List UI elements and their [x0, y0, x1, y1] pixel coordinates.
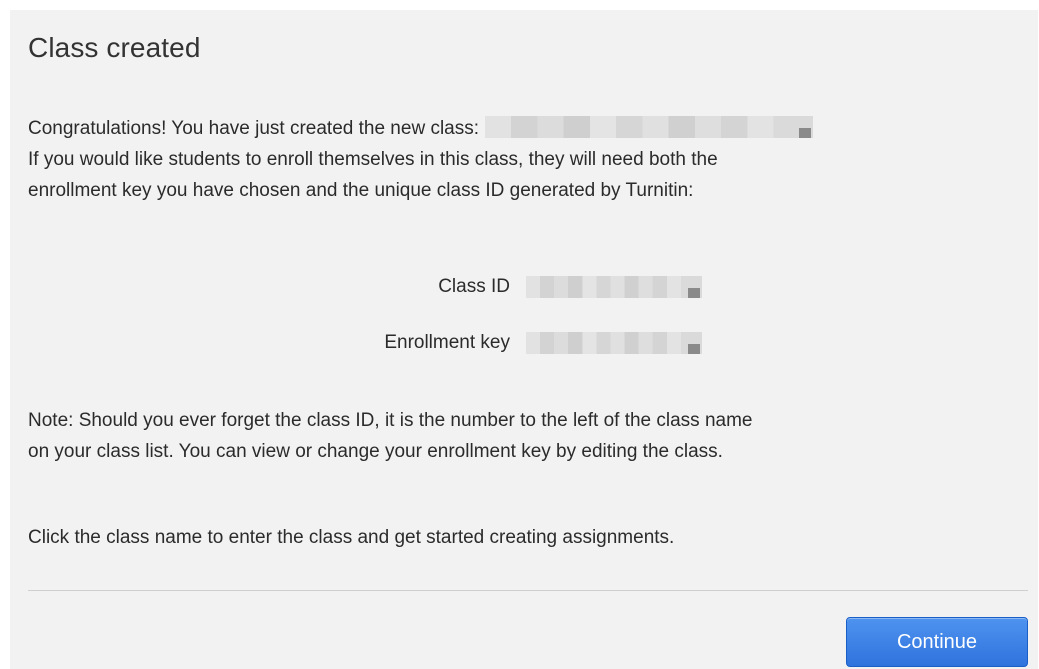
- note-text: Note: Should you ever forget the class I…: [28, 405, 753, 467]
- intro-line-1: Congratulations! You have just created t…: [28, 118, 480, 139]
- enrollment-key-row: Enrollment key: [10, 328, 1038, 358]
- enrollment-key-value: [526, 332, 702, 356]
- note-line-1: Note: Should you ever forget the class I…: [28, 410, 753, 431]
- click-hint-text: Click the class name to enter the class …: [28, 527, 675, 548]
- redacted-class-id: [526, 276, 702, 298]
- note-line-2: on your class list. You can view or chan…: [28, 441, 723, 462]
- class-created-dialog: Class created Congratulations! You have …: [10, 10, 1038, 669]
- intro-text: Congratulations! You have just created t…: [28, 113, 814, 206]
- class-id-value: [526, 276, 702, 300]
- redacted-class-name: [485, 116, 814, 138]
- class-id-row: Class ID: [10, 272, 1038, 302]
- class-id-label: Class ID: [438, 276, 510, 297]
- intro-line-3: enrollment key you have chosen and the u…: [28, 180, 694, 201]
- continue-button[interactable]: Continue: [846, 617, 1028, 667]
- intro-line-2: If you would like students to enroll the…: [28, 149, 718, 170]
- redacted-enrollment-key: [526, 332, 702, 354]
- dialog-title: Class created: [28, 32, 201, 63]
- footer-divider: [28, 590, 1028, 591]
- enrollment-key-label: Enrollment key: [384, 332, 510, 353]
